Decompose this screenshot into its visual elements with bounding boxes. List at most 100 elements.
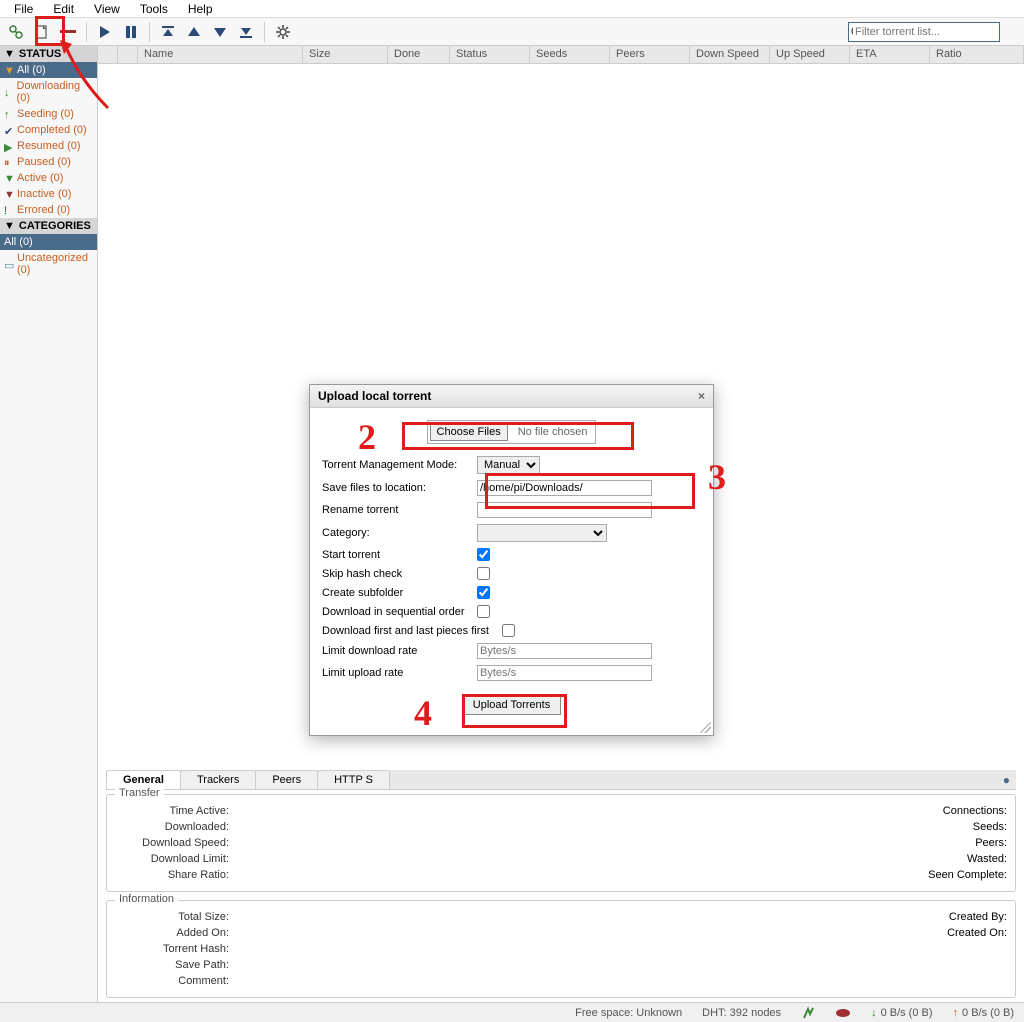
panel-title: Transfer — [115, 787, 164, 799]
col-status[interactable]: Status — [450, 46, 530, 63]
pause-icon[interactable] — [119, 21, 143, 43]
sidebar-item-resumed[interactable]: ▶Resumed (0) — [0, 138, 97, 154]
play-icon: ▶ — [4, 141, 14, 151]
sidebar-categories-header[interactable]: ▼ CATEGORIES — [0, 218, 97, 234]
sidebar-status-header[interactable]: ▼ STATUS — [0, 46, 97, 62]
upload-dialog: Upload local torrent × Choose Files No f… — [309, 384, 714, 736]
play-icon[interactable] — [93, 21, 117, 43]
menu-edit[interactable]: Edit — [43, 0, 84, 18]
rename-input[interactable] — [477, 502, 652, 518]
collapse-icon[interactable]: ● — [1003, 773, 1010, 787]
panel-title: Information — [115, 893, 178, 905]
label-total-size: Total Size: — [115, 911, 235, 923]
first-last-checkbox[interactable] — [502, 624, 515, 637]
label-category: Category: — [322, 527, 477, 539]
error-icon: ! — [4, 205, 14, 215]
col-upspeed[interactable]: Up Speed — [770, 46, 850, 63]
status-upload[interactable]: ↑ 0 B/s (0 B) — [953, 1007, 1014, 1019]
label-limit-down: Limit download rate — [322, 645, 477, 657]
search-box[interactable] — [848, 22, 1000, 42]
label-seen-complete: Seen Complete: — [928, 869, 1007, 881]
sidebar-item-downloading[interactable]: ↓Downloading (0) — [0, 78, 97, 106]
resize-handle[interactable] — [699, 721, 711, 733]
add-file-icon[interactable] — [30, 21, 54, 43]
col-name[interactable]: Name — [138, 46, 303, 63]
choose-files-button[interactable]: Choose Files — [430, 423, 508, 441]
col-eta[interactable]: ETA — [850, 46, 930, 63]
col-downspeed[interactable]: Down Speed — [690, 46, 770, 63]
menu-help[interactable]: Help — [178, 0, 223, 18]
sidebar-item-active[interactable]: ▼Active (0) — [0, 170, 97, 186]
col-peers[interactable]: Peers — [610, 46, 690, 63]
start-torrent-checkbox[interactable] — [477, 548, 490, 561]
sequential-checkbox[interactable] — [477, 605, 490, 618]
dialog-titlebar[interactable]: Upload local torrent × — [310, 385, 713, 408]
move-top-icon[interactable] — [156, 21, 180, 43]
mgmt-mode-select[interactable]: Manual — [477, 456, 540, 474]
sidebar-item-completed[interactable]: ✔Completed (0) — [0, 122, 97, 138]
label-created-by: Created By: — [949, 911, 1007, 923]
menu-bar: File Edit View Tools Help — [0, 0, 1024, 18]
col-size[interactable]: Size — [303, 46, 388, 63]
label-download-limit: Download Limit: — [115, 853, 235, 865]
sidebar-item-paused[interactable]: ⏸Paused (0) — [0, 154, 97, 170]
col-icon[interactable] — [98, 46, 118, 63]
settings-icon[interactable] — [271, 21, 295, 43]
sidebar-item-all[interactable]: ▼All (0) — [0, 62, 97, 78]
file-chooser[interactable]: Choose Files No file chosen — [427, 420, 597, 444]
label-wasted: Wasted: — [967, 853, 1007, 865]
save-location-input[interactable] — [477, 480, 652, 496]
filter-icon: ▼ — [4, 65, 14, 75]
category-select[interactable] — [477, 524, 607, 542]
limit-down-input[interactable] — [477, 643, 652, 659]
menu-view[interactable]: View — [84, 0, 130, 18]
label-downloaded: Downloaded: — [115, 821, 235, 833]
add-link-icon[interactable] — [4, 21, 28, 43]
status-download[interactable]: ↓ 0 B/s (0 B) — [871, 1007, 932, 1019]
check-icon: ✔ — [4, 125, 14, 135]
filter-icon: ▼ — [4, 173, 14, 183]
column-headers: Name Size Done Status Seeds Peers Down S… — [98, 46, 1024, 64]
sidebar-cat-all[interactable]: All (0) — [0, 234, 97, 250]
label-first-last: Download first and last pieces first — [322, 625, 502, 637]
label-comment: Comment: — [115, 975, 235, 987]
sidebar-cat-uncategorized[interactable]: ▭Uncategorized (0) — [0, 250, 97, 278]
sidebar-item-seeding[interactable]: ↑Seeding (0) — [0, 106, 97, 122]
label-skip-hash: Skip hash check — [322, 568, 477, 580]
search-input[interactable] — [853, 26, 999, 38]
col-icon[interactable] — [118, 46, 138, 63]
file-chosen-text: No file chosen — [510, 424, 596, 440]
label-torrent-hash: Torrent Hash: — [115, 943, 235, 955]
down-arrow-icon: ↓ — [871, 1007, 877, 1019]
skip-hash-checkbox[interactable] — [477, 567, 490, 580]
tab-peers[interactable]: Peers — [255, 770, 318, 789]
label-rename: Rename torrent — [322, 504, 477, 516]
label-peers: Peers: — [975, 837, 1007, 849]
label-download-speed: Download Speed: — [115, 837, 235, 849]
close-icon[interactable]: × — [698, 389, 705, 403]
col-seeds[interactable]: Seeds — [530, 46, 610, 63]
remove-icon[interactable] — [56, 21, 80, 43]
col-done[interactable]: Done — [388, 46, 450, 63]
separator — [149, 22, 150, 42]
limit-up-input[interactable] — [477, 665, 652, 681]
move-up-icon[interactable] — [182, 21, 206, 43]
tab-trackers[interactable]: Trackers — [180, 770, 256, 789]
label-limit-up: Limit upload rate — [322, 667, 477, 679]
menu-tools[interactable]: Tools — [130, 0, 178, 18]
sidebar-item-errored[interactable]: !Errored (0) — [0, 202, 97, 218]
label-mgmt-mode: Torrent Management Mode: — [322, 459, 477, 471]
upload-torrents-button[interactable]: Upload Torrents — [462, 695, 561, 715]
status-alt-speed-icon[interactable] — [835, 1008, 851, 1018]
create-subfolder-checkbox[interactable] — [477, 586, 490, 599]
sidebar-item-inactive[interactable]: ▼Inactive (0) — [0, 186, 97, 202]
status-connection-icon[interactable] — [801, 1006, 815, 1020]
label-share-ratio: Share Ratio: — [115, 869, 235, 881]
tab-http[interactable]: HTTP S — [317, 770, 390, 789]
col-ratio[interactable]: Ratio — [930, 46, 1024, 63]
move-bottom-icon[interactable] — [234, 21, 258, 43]
sidebar: ▼ STATUS ▼All (0) ↓Downloading (0) ↑Seed… — [0, 46, 98, 1002]
move-down-icon[interactable] — [208, 21, 232, 43]
dialog-title-text: Upload local torrent — [318, 389, 431, 403]
menu-file[interactable]: File — [4, 0, 43, 18]
